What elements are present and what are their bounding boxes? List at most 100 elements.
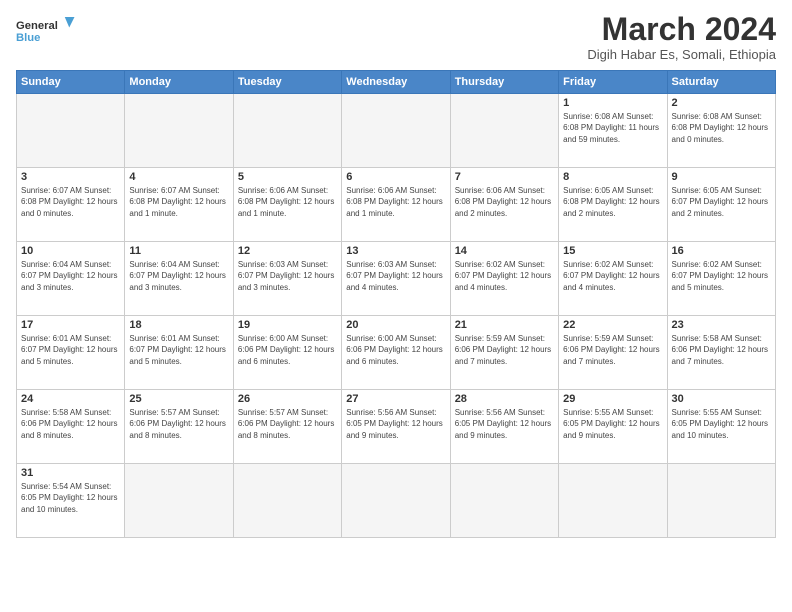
day-info: Sunrise: 6:05 AM Sunset: 6:08 PM Dayligh… — [563, 185, 662, 219]
table-row: 14 Sunrise: 6:02 AM Sunset: 6:07 PM Dayli… — [450, 242, 558, 316]
table-row: 9Sunrise: 6:05 AM Sunset: 6:07 PM Daylig… — [667, 168, 775, 242]
day-info: Sunrise: 5:56 AM Sunset: 6:05 PM Dayligh… — [346, 407, 445, 441]
table-row: 30 Sunrise: 5:55 AM Sunset: 6:05 PM Dayli… — [667, 390, 775, 464]
table-row: 18 Sunrise: 6:01 AM Sunset: 6:07 PM Dayli… — [125, 316, 233, 390]
location-subtitle: Digih Habar Es, Somali, Ethiopia — [587, 47, 776, 62]
table-row: 21 Sunrise: 5:59 AM Sunset: 6:06 PM Dayli… — [450, 316, 558, 390]
table-row: 19Sunrise: 6:00 AM Sunset: 6:06 PM Dayli… — [233, 316, 341, 390]
logo-svg: General Blue — [16, 12, 76, 52]
day-number: 23 — [672, 319, 771, 331]
table-row: 20 Sunrise: 6:00 AM Sunset: 6:06 PM Dayli… — [342, 316, 450, 390]
day-info: Sunrise: 6:03 AM Sunset: 6:07 PM Dayligh… — [346, 259, 445, 293]
day-info: Sunrise: 5:55 AM Sunset: 6:05 PM Dayligh… — [672, 407, 771, 441]
col-sunday: Sunday — [17, 71, 125, 94]
day-number: 17 — [21, 319, 120, 331]
day-info: Sunrise: 6:08 AM Sunset: 6:08 PM Dayligh… — [563, 111, 662, 145]
day-number: 20 — [346, 319, 445, 331]
day-info: Sunrise: 6:07 AM Sunset: 6:08 PM Dayligh… — [21, 185, 120, 219]
day-number: 1 — [563, 97, 662, 109]
col-wednesday: Wednesday — [342, 71, 450, 94]
day-number: 10 — [21, 245, 120, 257]
day-number: 13 — [346, 245, 445, 257]
day-number: 29 — [563, 393, 662, 405]
day-info: Sunrise: 6:02 AM Sunset: 6:07 PM Dayligh… — [455, 259, 554, 293]
table-row: 31 Sunrise: 5:54 AM Sunset: 6:05 PM Dayli… — [17, 464, 125, 538]
table-row — [233, 94, 341, 168]
title-block: March 2024 Digih Habar Es, Somali, Ethio… — [587, 12, 776, 62]
table-row — [17, 94, 125, 168]
day-info: Sunrise: 5:57 AM Sunset: 6:06 PM Dayligh… — [129, 407, 228, 441]
table-row: 16Sunrise: 6:02 AM Sunset: 6:07 PM Dayli… — [667, 242, 775, 316]
day-info: Sunrise: 6:06 AM Sunset: 6:08 PM Dayligh… — [455, 185, 554, 219]
day-info: Sunrise: 6:01 AM Sunset: 6:07 PM Dayligh… — [129, 333, 228, 367]
col-thursday: Thursday — [450, 71, 558, 94]
day-number: 12 — [238, 245, 337, 257]
day-number: 16 — [672, 245, 771, 257]
day-info: Sunrise: 6:03 AM Sunset: 6:07 PM Dayligh… — [238, 259, 337, 293]
day-number: 28 — [455, 393, 554, 405]
table-row — [450, 464, 558, 538]
day-number: 14 — [455, 245, 554, 257]
header: General Blue March 2024 Digih Habar Es, … — [16, 12, 776, 62]
col-tuesday: Tuesday — [233, 71, 341, 94]
day-number: 5 — [238, 171, 337, 183]
day-info: Sunrise: 5:59 AM Sunset: 6:06 PM Dayligh… — [563, 333, 662, 367]
col-monday: Monday — [125, 71, 233, 94]
table-row: 11Sunrise: 6:04 AM Sunset: 6:07 PM Dayli… — [125, 242, 233, 316]
day-info: Sunrise: 6:00 AM Sunset: 6:06 PM Dayligh… — [346, 333, 445, 367]
table-row: 29 Sunrise: 5:55 AM Sunset: 6:05 PM Dayli… — [559, 390, 667, 464]
table-row: 17 Sunrise: 6:01 AM Sunset: 6:07 PM Dayli… — [17, 316, 125, 390]
day-info: Sunrise: 5:55 AM Sunset: 6:05 PM Dayligh… — [563, 407, 662, 441]
day-info: Sunrise: 6:01 AM Sunset: 6:07 PM Dayligh… — [21, 333, 120, 367]
table-row — [559, 464, 667, 538]
day-info: Sunrise: 5:57 AM Sunset: 6:06 PM Dayligh… — [238, 407, 337, 441]
day-number: 15 — [563, 245, 662, 257]
table-row: 23 Sunrise: 5:58 AM Sunset: 6:06 PM Dayli… — [667, 316, 775, 390]
month-year-title: March 2024 — [587, 12, 776, 47]
day-number: 18 — [129, 319, 228, 331]
day-info: Sunrise: 5:58 AM Sunset: 6:06 PM Dayligh… — [672, 333, 771, 367]
day-info: Sunrise: 5:56 AM Sunset: 6:05 PM Dayligh… — [455, 407, 554, 441]
logo: General Blue — [16, 12, 76, 52]
day-info: Sunrise: 6:04 AM Sunset: 6:07 PM Dayligh… — [21, 259, 120, 293]
day-number: 31 — [21, 467, 120, 479]
day-info: Sunrise: 5:54 AM Sunset: 6:05 PM Dayligh… — [21, 481, 120, 515]
table-row: 26 Sunrise: 5:57 AM Sunset: 6:06 PM Dayli… — [233, 390, 341, 464]
day-number: 26 — [238, 393, 337, 405]
table-row — [125, 464, 233, 538]
col-friday: Friday — [559, 71, 667, 94]
table-row: 27 Sunrise: 5:56 AM Sunset: 6:05 PM Dayli… — [342, 390, 450, 464]
table-row: 5Sunrise: 6:06 AM Sunset: 6:08 PM Daylig… — [233, 168, 341, 242]
day-number: 2 — [672, 97, 771, 109]
day-number: 9 — [672, 171, 771, 183]
table-row: 10 Sunrise: 6:04 AM Sunset: 6:07 PM Dayli… — [17, 242, 125, 316]
day-info: Sunrise: 6:00 AM Sunset: 6:06 PM Dayligh… — [238, 333, 337, 367]
table-row: 4Sunrise: 6:07 AM Sunset: 6:08 PM Daylig… — [125, 168, 233, 242]
table-row — [125, 94, 233, 168]
svg-text:General: General — [16, 20, 58, 32]
table-row: 12 Sunrise: 6:03 AM Sunset: 6:07 PM Dayli… — [233, 242, 341, 316]
day-info: Sunrise: 6:02 AM Sunset: 6:07 PM Dayligh… — [563, 259, 662, 293]
table-row: 24Sunrise: 5:58 AM Sunset: 6:06 PM Dayli… — [17, 390, 125, 464]
table-row: 1 Sunrise: 6:08 AM Sunset: 6:08 PM Daylig… — [559, 94, 667, 168]
table-row: 6Sunrise: 6:06 AM Sunset: 6:08 PM Daylig… — [342, 168, 450, 242]
table-row: 13 Sunrise: 6:03 AM Sunset: 6:07 PM Dayli… — [342, 242, 450, 316]
day-number: 8 — [563, 171, 662, 183]
table-row — [342, 94, 450, 168]
table-row: 8 Sunrise: 6:05 AM Sunset: 6:08 PM Daylig… — [559, 168, 667, 242]
day-number: 21 — [455, 319, 554, 331]
day-number: 24 — [21, 393, 120, 405]
day-info: Sunrise: 6:08 AM Sunset: 6:08 PM Dayligh… — [672, 111, 771, 145]
day-number: 6 — [346, 171, 445, 183]
table-row: 7 Sunrise: 6:06 AM Sunset: 6:08 PM Daylig… — [450, 168, 558, 242]
table-row — [342, 464, 450, 538]
day-number: 30 — [672, 393, 771, 405]
day-number: 27 — [346, 393, 445, 405]
table-row — [233, 464, 341, 538]
day-info: Sunrise: 5:59 AM Sunset: 6:06 PM Dayligh… — [455, 333, 554, 367]
day-number: 11 — [129, 245, 228, 257]
col-saturday: Saturday — [667, 71, 775, 94]
day-number: 7 — [455, 171, 554, 183]
calendar-header-row: Sunday Monday Tuesday Wednesday Thursday… — [17, 71, 776, 94]
table-row: 15 Sunrise: 6:02 AM Sunset: 6:07 PM Dayli… — [559, 242, 667, 316]
